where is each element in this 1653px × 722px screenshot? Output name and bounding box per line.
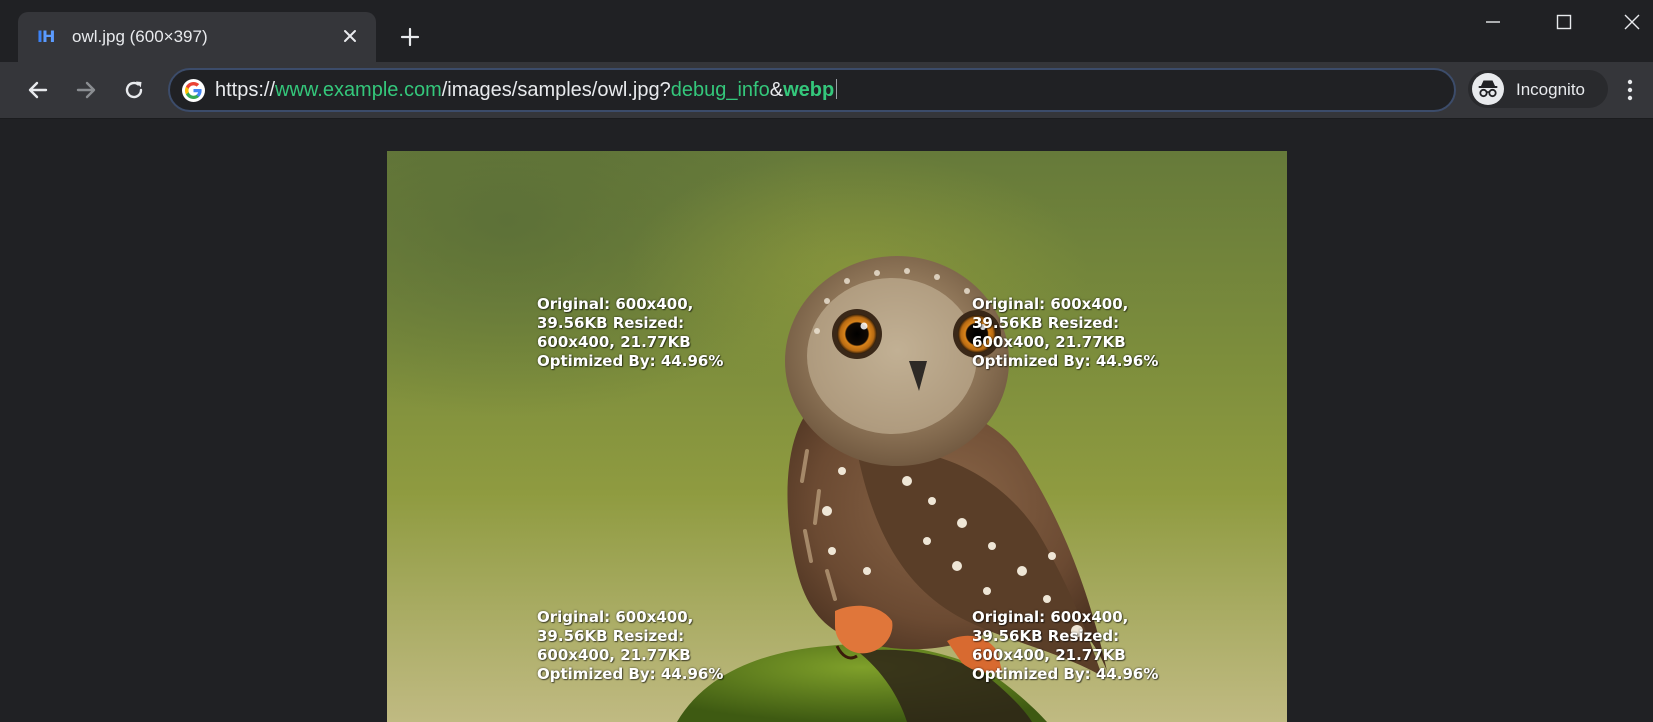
debug-info-overlay-top-left: Original: 600x400, 39.56KB Resized: 600x… (537, 295, 724, 370)
tab-owl-image[interactable]: IH owl.jpg (600×397) (18, 12, 376, 62)
kebab-menu-icon[interactable] (1618, 76, 1642, 104)
debug-info-overlay-top-right: Original: 600x400, 39.56KB Resized: 600x… (972, 295, 1159, 370)
browser-window: IH owl.jpg (600×397) https://www.example… (0, 0, 1653, 722)
incognito-profile-button[interactable]: Incognito (1468, 70, 1608, 108)
site-favicon-icon: IH (37, 27, 55, 46)
url-host: www.example.com (275, 79, 442, 101)
arrow-left-icon[interactable] (22, 74, 54, 106)
url-param-debug-info: debug_info (670, 79, 770, 101)
owl-photo: Original: 600x400, 39.56KB Resized: 600x… (387, 151, 1287, 722)
plus-icon[interactable] (394, 21, 426, 53)
arrow-right-icon[interactable] (70, 74, 102, 106)
url-separator: & (769, 79, 784, 101)
address-bar[interactable]: https://www.example.com/images/samples/o… (168, 68, 1456, 112)
page-content: Original: 600x400, 39.56KB Resized: 600x… (0, 119, 1653, 722)
google-g-icon (182, 79, 205, 102)
tab-title: owl.jpg (600×397) (72, 27, 208, 46)
url-path: /images/samples/owl.jpg? (441, 79, 671, 101)
debug-info-overlay-bottom-left: Original: 600x400, 39.56KB Resized: 600x… (537, 608, 724, 683)
minimize-icon[interactable] (1461, 0, 1525, 44)
maximize-icon[interactable] (1532, 0, 1596, 44)
window-close-icon[interactable] (1600, 0, 1653, 44)
text-caret (836, 79, 838, 99)
close-icon[interactable] (336, 22, 364, 50)
url-param-webp: webp (783, 79, 835, 101)
incognito-label: Incognito (1516, 80, 1585, 99)
browser-toolbar: https://www.example.com/images/samples/o… (0, 62, 1653, 119)
url-scheme: https:// (215, 79, 276, 101)
reload-icon[interactable] (118, 74, 150, 106)
url-text[interactable]: https://www.example.com/images/samples/o… (215, 79, 838, 101)
incognito-icon (1472, 73, 1504, 105)
tab-strip: IH owl.jpg (600×397) (0, 0, 1653, 62)
debug-info-overlay-bottom-right: Original: 600x400, 39.56KB Resized: 600x… (972, 608, 1159, 683)
